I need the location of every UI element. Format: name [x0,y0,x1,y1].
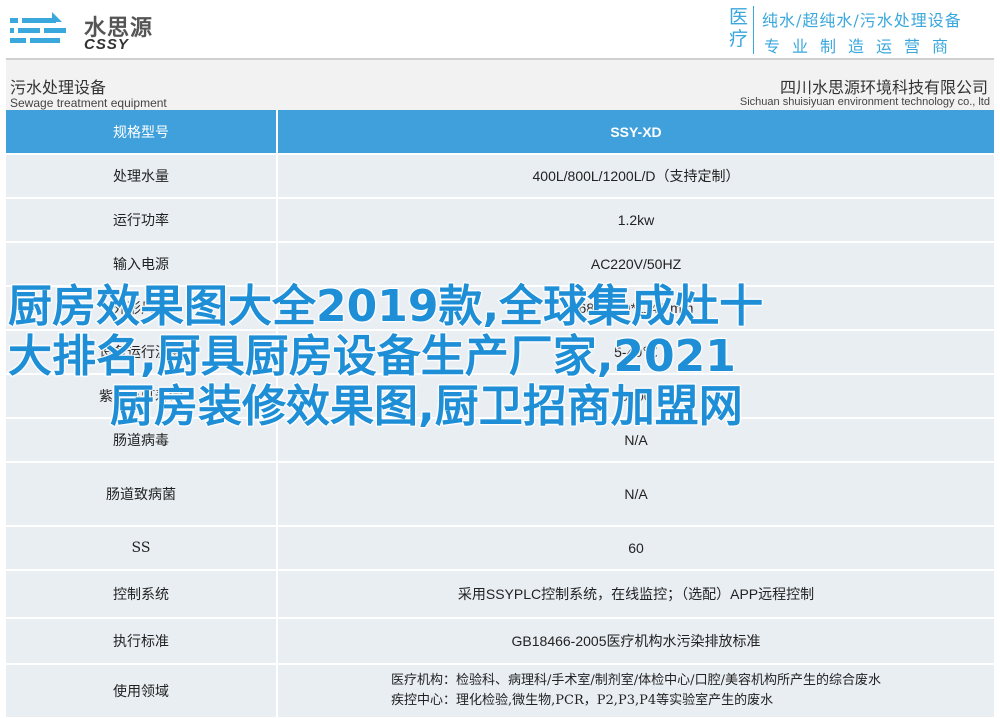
row-value: AC220V/50HZ [277,242,994,287]
water-logo-icon [10,12,66,43]
table-row: 运行功率 1.2kw [6,198,994,243]
row-value: 采用SSYPLC控制系统，在线监控；（选配）APP远程控制 [277,570,994,619]
overlay-line-3: 厨房装修效果图,厨卫招商加盟网 [109,381,744,433]
company-name-en: Sichuan shuisiyuan environment technolog… [739,96,990,108]
overlay-line-1: 厨房效果图大全2019款,全球集成灶十 [7,281,764,333]
brand-tagline: 专业制造运营商 [764,37,961,56]
brand-category: 医 疗 [724,6,754,54]
row-value: 1.2kw [277,198,994,243]
row-value: 60 [277,526,994,571]
usage-value: 医疗机构：检验科、病理科/手术室/制剂室/体检中心/口腔/美容机构所产生的综合废… [277,664,994,718]
row-value: N/A [277,462,994,527]
row-value: GB18466-2005医疗机构水污染排放标准 [277,618,994,665]
table-row: SS 60 [6,526,994,571]
usage-label: 使用领域 [6,664,278,718]
table-row: 肠道致病菌 N/A [6,462,994,527]
row-label: 执行标准 [6,618,278,665]
usage-line-cdc: 疾控中心：理化检验,微生物,PCR，P2,P3,P4等实验室产生的废水 [391,693,774,708]
row-label: 运行功率 [6,198,278,243]
brand-slogan: 医 疗 纯水/超纯水/污水处理设备 专业制造运营商 [724,6,996,56]
row-label: 处理水量 [6,154,278,199]
row-label: 输入电源 [6,242,278,287]
table-row: 控制系统 采用SSYPLC控制系统，在线监控；（选配）APP远程控制 [6,570,994,619]
company-name-cn: 四川水思源环境科技有限公司 [779,78,988,97]
table-header-row: 规格型号 SSY-XD [6,110,994,155]
table-row-usage: 使用领域 医疗机构：检验科、病理科/手术室/制剂室/体检中心/口腔/美容机构所产… [6,664,994,718]
product-sub-header: 污水处理设备 Sewage treatment equipment 四川水思源环… [6,58,994,110]
table-row: 输入电源 AC220V/50HZ [6,242,994,287]
model-value: SSY-XD [277,110,994,155]
company-logo: 水思源 CSSY [8,6,168,53]
brand-category-char-1: 医 [728,6,748,28]
overlay-line-2: 大排名,厨具厨房设备生产厂家,2021 [7,331,737,383]
brand-services: 纯水/超纯水/污水处理设备 [762,11,962,30]
row-label: 控制系统 [6,570,278,619]
row-label: 肠道致病菌 [6,462,278,527]
row-label: SS [6,526,278,571]
product-category-en: Sewage treatment equipment [10,96,167,110]
row-value: 400L/800L/1200L/D（支持定制） [277,154,994,199]
table-row: 处理水量 400L/800L/1200L/D（支持定制） [6,154,994,199]
logo-english-name: CSSY [84,36,129,53]
promo-overlay-headline: 厨房效果图大全2019款,全球集成灶十 大排名,厨具厨房设备生产厂家,2021 … [7,281,888,433]
model-label: 规格型号 [6,110,278,155]
table-row: 执行标准 GB18466-2005医疗机构水污染排放标准 [6,618,994,665]
usage-line-medical: 医疗机构：检验科、病理科/手术室/制剂室/体检中心/口腔/美容机构所产生的综合废… [391,673,881,688]
product-category-cn: 污水处理设备 [10,78,107,97]
brand-category-char-2: 疗 [728,28,748,50]
